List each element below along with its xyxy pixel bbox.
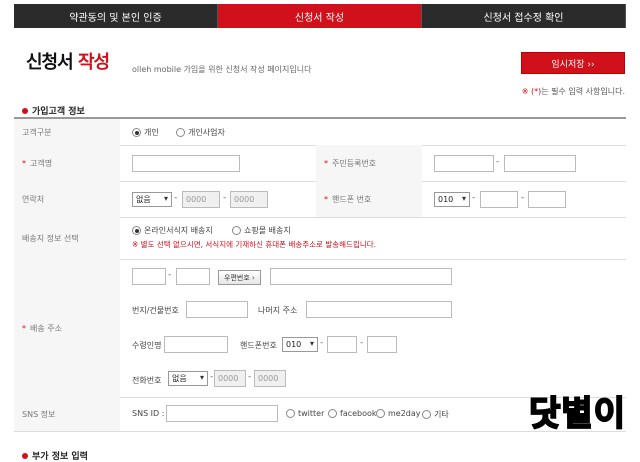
lot-input[interactable]	[186, 301, 248, 318]
rrn-back-input[interactable]	[504, 155, 576, 172]
contact-last-input[interactable]: 0000	[230, 191, 268, 208]
address-main-input[interactable]	[270, 268, 452, 285]
sns-id-label: SNS ID :	[132, 409, 165, 418]
watermark-text: 닷별이	[528, 393, 626, 435]
required-text: 는 필수 입력 사항입니다.	[541, 87, 625, 96]
contact-mid-input[interactable]: 0000	[182, 191, 220, 208]
phone-label: 전화번호	[132, 376, 162, 385]
step-application: 신청서 작성	[218, 4, 422, 28]
sns-me2day[interactable]: me2day	[376, 409, 421, 418]
mobile-last-input[interactable]	[528, 191, 566, 208]
bullet-icon	[22, 107, 28, 114]
radio-icon	[232, 226, 241, 235]
mobile-mid-input[interactable]	[480, 191, 518, 208]
sns-etc-label: 기타	[434, 410, 449, 419]
zip-back-input[interactable]	[176, 268, 210, 285]
page-title: 신청서 작성	[26, 48, 110, 74]
receiver-label: 수령인명	[132, 341, 162, 350]
receiver-mobile-mid-input[interactable]	[327, 336, 357, 353]
bullet-icon	[22, 452, 28, 459]
radio-business-label: 개인사업자	[188, 128, 225, 137]
radio-individual-label: 개인	[144, 128, 159, 137]
sns-twitter-label: twitter	[298, 409, 325, 418]
sns-facebook[interactable]: facebook	[328, 409, 377, 418]
rest-address-label: 나머지 주소	[258, 306, 298, 315]
section-title-text: 가입고객 정보	[32, 107, 85, 117]
section-title: 가입고객 정보	[22, 104, 85, 117]
mobile-label: * 핸드폰 번호	[316, 181, 422, 217]
radio-icon	[176, 128, 185, 137]
next-section-title: 부가 정보 입력	[22, 449, 88, 462]
phone-mid-input[interactable]: 0000	[214, 370, 246, 387]
required-note: ※ (*)는 필수 입력 사항입니다.	[522, 86, 625, 97]
contact-area-select[interactable]: 없음	[132, 192, 172, 207]
radio-icon	[132, 226, 141, 235]
mobile-prefix-select[interactable]: 010	[434, 192, 470, 207]
row-delivery-info: 배송지 정보 선택 온라인서식지 배송지 쇼핑몰 배송지 ※ 별도 선택 없으시…	[14, 217, 626, 260]
sns-label: SNS 정보	[14, 397, 120, 431]
radio-icon	[422, 410, 431, 419]
zip-front-input[interactable]	[132, 268, 166, 285]
receiver-mobile-select[interactable]: 010	[282, 337, 318, 352]
page-subtitle: olleh mobile 가입을 위한 신청서 작성 페이지입니다	[132, 65, 312, 74]
radio-online-label: 온라인서식지 배송지	[144, 226, 213, 235]
customer-form: 고객구분 개인 개인사업자 *고객명 *주민등록번호 - 연락처 없음 - 00…	[14, 117, 626, 432]
row-customer-type: 고객구분 개인 개인사업자	[14, 119, 626, 146]
radio-shop-label: 쇼핑몰 배송지	[244, 226, 291, 235]
radio-icon	[376, 409, 385, 418]
customer-type-label: 고객구분	[14, 119, 120, 145]
radio-shop-delivery[interactable]: 쇼핑몰 배송지	[232, 225, 291, 236]
radio-individual[interactable]: 개인	[132, 127, 159, 138]
row-contact: 연락처 없음 - 0000 - 0000 *핸드폰 번호 010 - -	[14, 181, 626, 218]
receiver-mobile-label: 핸드폰번호	[240, 341, 277, 350]
phone-last-input[interactable]: 0000	[254, 370, 286, 387]
temp-save-button[interactable]: 임시저장 ››	[521, 52, 625, 74]
sns-etc[interactable]: 기타	[422, 409, 449, 420]
customer-name-input[interactable]	[132, 155, 240, 172]
title-part1: 신청서	[26, 52, 74, 73]
row-address: * 배송 주소 - 우편번호 › 번지/건물번호 나머지 주소 수령인명 핸드폰번…	[14, 259, 626, 398]
step-confirm: 신청서 접수정 확인	[422, 4, 626, 28]
customer-name-label: * 고객명	[14, 145, 120, 181]
zip-search-button[interactable]: 우편번호 ›	[218, 270, 261, 285]
next-section-text: 부가 정보 입력	[32, 452, 88, 462]
contact-label: 연락처	[14, 181, 120, 217]
phone-area-select[interactable]: 없음	[168, 371, 208, 386]
sns-twitter[interactable]: twitter	[286, 409, 324, 418]
rrn-front-input[interactable]	[434, 155, 494, 172]
receiver-mobile-last-input[interactable]	[367, 336, 397, 353]
radio-business[interactable]: 개인사업자	[176, 127, 225, 138]
delivery-note: ※ 별도 선택 없으시면, 서식지에 기재하신 휴대폰 배송주소로 발송해드립니…	[132, 240, 377, 249]
step-agreement: 약관동의 및 본인 인증	[14, 4, 218, 28]
receiver-input[interactable]	[164, 336, 228, 353]
radio-icon	[132, 128, 141, 137]
delivery-info-label: 배송지 정보 선택	[14, 217, 120, 259]
title-part2: 작성	[77, 52, 110, 73]
sns-facebook-label: facebook	[340, 409, 377, 418]
rrn-label: * 주민등록번호	[316, 145, 422, 181]
required-star: ※ (*)	[521, 87, 542, 96]
sns-me2day-label: me2day	[388, 409, 421, 418]
sns-id-input[interactable]	[166, 405, 278, 422]
radio-icon	[328, 409, 337, 418]
radio-online-delivery[interactable]: 온라인서식지 배송지	[132, 225, 213, 236]
step-navigation: 약관동의 및 본인 인증 신청서 작성 신청서 접수정 확인	[14, 4, 626, 28]
radio-icon	[286, 409, 295, 418]
lot-label: 번지/건물번호	[132, 306, 179, 315]
rest-address-input[interactable]	[306, 301, 452, 318]
address-label: * 배송 주소	[14, 259, 120, 397]
row-name: * 고객명 * 주민등록번호 -	[14, 145, 626, 182]
